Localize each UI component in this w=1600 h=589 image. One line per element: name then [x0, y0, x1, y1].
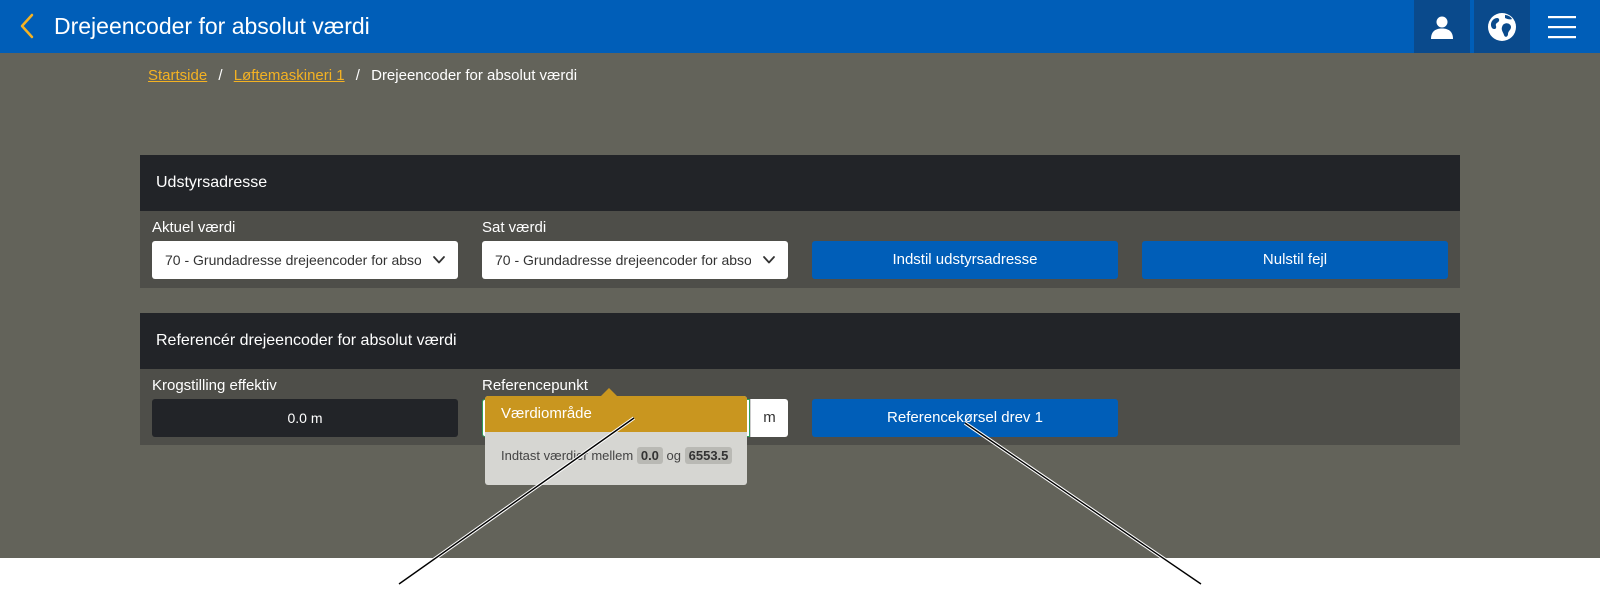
set-equipment-address-button[interactable]: Indstil udstyrsadresse [812, 241, 1118, 279]
page-title: Drejeencoder for absolut værdi [54, 13, 370, 39]
tooltip-title: Værdiområde [485, 396, 747, 432]
set-value-label: Sat værdi [482, 219, 547, 236]
value-range-tooltip: Værdiområde Indtast værdier mellem 0.0 o… [485, 388, 747, 485]
tooltip-min-value: 0.0 [636, 447, 663, 464]
tooltip-body: Indtast værdier mellem 0.0 og 6553.5 [485, 432, 747, 464]
breadcrumb-home-link[interactable]: Startside [148, 67, 207, 84]
top-bar: Drejeencoder for absolut værdi [0, 0, 1600, 53]
chevron-down-icon [433, 256, 445, 264]
globe-icon [1488, 12, 1516, 41]
chevron-down-icon [763, 256, 775, 264]
set-value-text: 70 - Grundadresse drejeencoder for absol… [495, 252, 751, 268]
breadcrumb: Startside / Løftemaskineri 1 / Drejeenco… [148, 67, 577, 84]
hook-position-value: 0.0 m [152, 399, 458, 437]
breadcrumb-current: Drejeencoder for absolut værdi [371, 67, 578, 84]
reference-run-button[interactable]: Referencekørsel drev 1 [812, 399, 1118, 437]
tooltip-conjunction: og [666, 448, 682, 463]
user-icon [1431, 16, 1453, 39]
hamburger-menu-icon [1548, 16, 1576, 39]
user-button[interactable] [1414, 0, 1470, 53]
reference-point-unit: m [750, 399, 788, 437]
back-button[interactable] [14, 10, 42, 42]
tooltip-text: Indtast værdier mellem [501, 448, 634, 463]
reference-encoder-title: Referencér drejeencoder for absolut værd… [140, 313, 1460, 369]
equipment-address-card: Udstyrsadresse Aktuel værdi 70 - Grundad… [140, 155, 1460, 288]
actual-value-label: Aktuel værdi [152, 219, 236, 236]
hook-position-label: Krogstilling effektiv [152, 377, 277, 394]
reference-encoder-card: Referencér drejeencoder for absolut værd… [140, 313, 1460, 445]
tooltip-arrow [601, 388, 617, 396]
actual-value-text: 70 - Grundadresse drejeencoder for absol… [165, 252, 421, 268]
tooltip-max-value: 6553.5 [684, 447, 733, 464]
main-content: Startside / Løftemaskineri 1 / Drejeenco… [0, 53, 1600, 558]
actual-value-select[interactable]: 70 - Grundadresse drejeencoder for absol… [152, 241, 458, 279]
breadcrumb-separator: / [355, 67, 360, 84]
reference-point-label: Referencepunkt [482, 377, 588, 394]
equipment-address-title: Udstyrsadresse [140, 155, 1460, 211]
breadcrumb-hoist-link[interactable]: Løftemaskineri 1 [234, 67, 345, 84]
menu-button[interactable] [1540, 8, 1584, 46]
set-value-select[interactable]: 70 - Grundadresse drejeencoder for absol… [482, 241, 788, 279]
reset-error-button[interactable]: Nulstil fejl [1142, 241, 1448, 279]
language-button[interactable] [1474, 0, 1530, 53]
chevron-left-icon [20, 13, 34, 39]
breadcrumb-separator: / [218, 67, 223, 84]
